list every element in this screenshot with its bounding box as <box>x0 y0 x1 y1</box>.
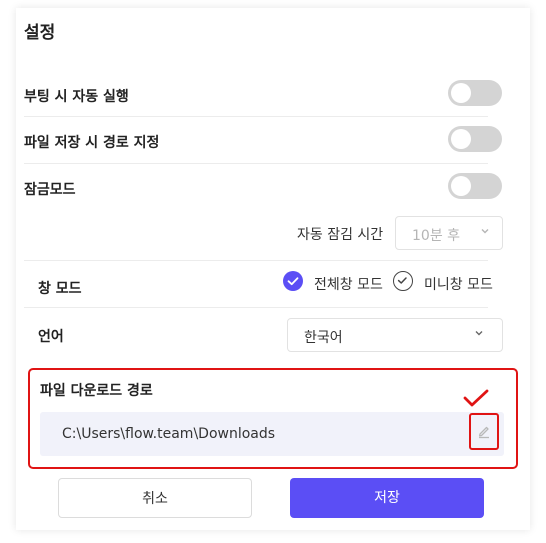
download-path-label: 파일 다운로드 경로 <box>40 383 153 399</box>
chevron-down-icon <box>480 226 490 239</box>
language-label: 언어 <box>38 329 64 345</box>
dialog-title: 설정 <box>24 23 56 43</box>
language-select[interactable]: 한국어 <box>287 318 503 352</box>
toggle-knob <box>451 176 471 196</box>
setting-row-auto-run: 부팅 시 자동 실행 <box>24 80 502 110</box>
save-button[interactable]: 저장 <box>290 478 484 518</box>
window-mode-full-radio[interactable] <box>283 271 303 291</box>
lock-mode-toggle[interactable] <box>448 173 502 199</box>
pencil-icon[interactable] <box>476 423 492 439</box>
auto-run-toggle[interactable] <box>448 80 502 106</box>
save-path-toggle[interactable] <box>448 126 502 152</box>
annotation-check-icon <box>463 388 489 414</box>
auto-lock-value: 10분 후 <box>412 228 461 244</box>
auto-run-label: 부팅 시 자동 실행 <box>24 89 129 105</box>
divider <box>24 163 488 164</box>
window-mode-label: 창 모드 <box>38 281 82 297</box>
divider <box>24 260 488 261</box>
chevron-down-icon <box>474 328 484 341</box>
cancel-button[interactable]: 취소 <box>58 478 252 518</box>
save-path-label: 파일 저장 시 경로 지정 <box>24 135 160 151</box>
toggle-knob <box>451 83 471 103</box>
auto-lock-select[interactable]: 10분 후 <box>395 216 503 250</box>
toggle-knob <box>451 129 471 149</box>
setting-row-lock-mode: 잠금모드 <box>24 173 502 203</box>
divider <box>24 116 488 117</box>
lock-mode-label: 잠금모드 <box>24 182 76 198</box>
auto-lock-label: 자동 잠김 시간 <box>297 227 384 243</box>
check-icon <box>287 277 299 286</box>
language-value: 한국어 <box>304 330 343 346</box>
download-path-field: C:\Users\flow.team\Downloads <box>40 412 504 456</box>
window-mode-mini-label: 미니창 모드 <box>424 277 493 293</box>
window-mode-mini-radio[interactable] <box>393 271 413 291</box>
download-path-value: C:\Users\flow.team\Downloads <box>62 426 276 442</box>
setting-row-save-path: 파일 저장 시 경로 지정 <box>24 126 502 156</box>
divider <box>24 307 488 308</box>
check-icon <box>397 277 407 284</box>
window-mode-full-label: 전체창 모드 <box>314 277 383 293</box>
